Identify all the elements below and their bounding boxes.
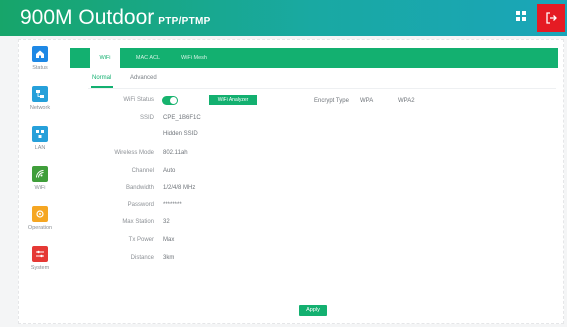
channel-select[interactable]: Auto xyxy=(163,168,175,174)
divider xyxy=(88,88,556,89)
system-icon xyxy=(32,246,48,262)
distance-label: Distance xyxy=(130,255,154,261)
tab-mac-acl[interactable]: MAC ACL xyxy=(128,48,168,68)
wifi-icon xyxy=(32,166,48,182)
encryption-option-wpa2[interactable]: WPA2 xyxy=(398,98,415,104)
sidebar-item-label: System xyxy=(30,265,50,271)
tx-power-select[interactable]: Max xyxy=(163,237,174,243)
wifi-status-toggle[interactable] xyxy=(162,96,178,105)
logout-icon[interactable] xyxy=(537,4,565,32)
encryption-option-wpa[interactable]: WPA xyxy=(360,98,373,104)
header: 900M Outdoor PTP/PTMP xyxy=(0,0,567,36)
sidebar-item-label: WiFi xyxy=(34,185,46,191)
wifi-status-label: WiFi Status xyxy=(123,97,154,103)
sidebar-item-label: Network xyxy=(29,105,51,111)
hidden-ssid-field[interactable]: Hidden SSID xyxy=(163,131,198,137)
max-station-label: Max Station xyxy=(122,219,154,225)
operation-icon xyxy=(32,206,48,222)
page: 900M Outdoor PTP/PTMP Status Network LAN… xyxy=(0,0,567,327)
sidebar-item-label: Status xyxy=(32,65,48,71)
apply-button[interactable]: Apply xyxy=(299,305,327,316)
brand-title: 900M Outdoor PTP/PTMP xyxy=(20,5,211,35)
sidebar-item-label: LAN xyxy=(34,145,46,151)
tab-wifi-mesh[interactable]: WiFi Mesh xyxy=(174,48,214,68)
encryption-label: Encrypt Type xyxy=(314,98,349,104)
sidebar-item-label: Operation xyxy=(27,225,53,231)
tab-wifi[interactable]: WiFi xyxy=(90,48,120,70)
max-station-field[interactable]: 32 xyxy=(163,219,170,225)
network-icon xyxy=(32,86,48,102)
bandwidth-label: Bandwidth xyxy=(125,185,154,191)
sidebar-item-system[interactable]: System xyxy=(22,246,66,282)
distance-field[interactable]: 3km xyxy=(163,255,174,261)
sidebar-item-wifi[interactable]: WiFi xyxy=(22,166,66,202)
sidebar-item-operation[interactable]: Operation xyxy=(22,206,66,242)
lan-icon xyxy=(32,126,48,142)
home-icon xyxy=(32,46,48,62)
tx-power-label: Tx Power xyxy=(128,237,154,243)
wifi-analyzer-button[interactable]: WiFi Analyzer xyxy=(209,95,257,105)
ssid-field[interactable]: CPE_1B6F1C xyxy=(163,115,201,121)
ssid-label: SSID xyxy=(139,115,154,121)
wireless-mode-select[interactable]: 802.11ah xyxy=(163,150,188,156)
password-field[interactable]: ******** xyxy=(163,202,182,208)
subtab-normal[interactable]: Normal xyxy=(92,75,111,81)
wireless-mode-label: Wireless Mode xyxy=(114,150,154,156)
brand-subtitle: PTP/PTMP xyxy=(158,16,211,27)
sidebar-item-lan[interactable]: LAN xyxy=(22,126,66,162)
channel-label: Channel xyxy=(131,168,154,174)
grid-icon[interactable] xyxy=(514,11,528,25)
sidebar-item-network[interactable]: Network xyxy=(22,86,66,122)
password-label: Password xyxy=(127,202,154,208)
tab-bar: WiFi MAC ACL WiFi Mesh xyxy=(70,48,558,70)
subtab-advanced[interactable]: Advanced xyxy=(130,75,157,81)
brand-name: 900M Outdoor xyxy=(20,6,155,29)
content-card xyxy=(18,39,564,324)
sidebar-item-status[interactable]: Status xyxy=(22,46,66,82)
bandwidth-select[interactable]: 1/2/4/8 MHz xyxy=(163,185,195,191)
